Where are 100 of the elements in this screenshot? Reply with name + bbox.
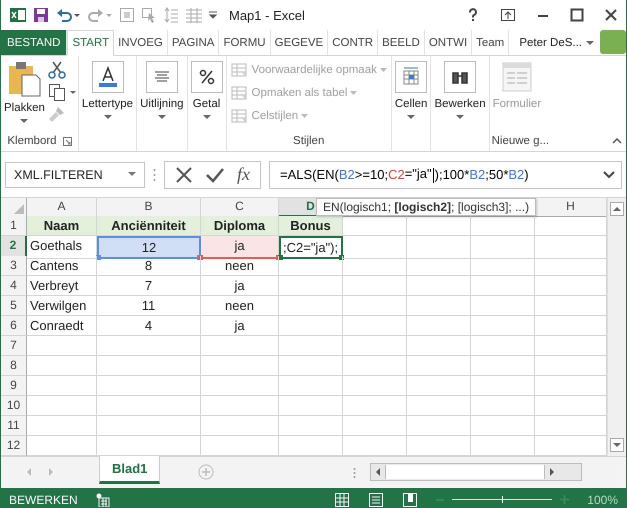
scroll-down-icon[interactable]: [610, 438, 624, 452]
undo-icon[interactable]: [55, 7, 81, 23]
percent-icon: [190, 61, 223, 93]
table-style-icon: [230, 84, 249, 100]
table-cell: Naam: [27, 216, 97, 236]
expand-icon[interactable]: [603, 170, 615, 178]
table-cell: 11: [97, 296, 201, 316]
macro-record-icon[interactable]: [96, 492, 110, 506]
table-cell: [471, 236, 535, 259]
copy-icon[interactable]: [48, 83, 76, 101]
caret-icon[interactable]: [586, 40, 594, 46]
table-cell: 8: [97, 256, 201, 276]
table-cell: [471, 396, 535, 416]
paste-button[interactable]: Plakken: [3, 59, 46, 126]
table-cell: [343, 396, 407, 416]
ribbon-button[interactable]: Lettertype: [80, 59, 134, 122]
launcher-icon[interactable]: [62, 136, 72, 146]
table-cell: [343, 416, 407, 436]
close-icon[interactable]: [604, 8, 618, 22]
row-header[interactable]: 8: [1, 356, 27, 376]
table-cell: [407, 236, 471, 259]
column-header[interactable]: A: [27, 198, 97, 217]
row-header[interactable]: 6: [1, 316, 27, 336]
collapse-ribbon-icon[interactable]: [612, 138, 622, 144]
horizontal-scrollbar[interactable]: [370, 463, 582, 481]
clipboard-icon: [7, 61, 42, 97]
group-label: Stijlen: [293, 135, 324, 147]
cancel-icon[interactable]: [175, 166, 193, 184]
ribbon-button[interactable]: Getal: [190, 59, 224, 122]
table-cell: ja: [201, 236, 279, 259]
ribbon-tab[interactable]: PAGINA: [168, 30, 220, 55]
ribbon-tab[interactable]: CONTR: [328, 30, 378, 55]
normal-view-icon[interactable]: [334, 492, 350, 508]
table-cell: ;C2="ja");: [279, 236, 343, 259]
help-icon[interactable]: [466, 8, 480, 22]
table-cell: [407, 296, 471, 316]
binoculars-icon: [444, 61, 476, 93]
page-break-icon[interactable]: [402, 492, 418, 508]
page-layout-icon[interactable]: [368, 492, 384, 508]
table-cell: [279, 376, 343, 396]
row-header[interactable]: 1: [1, 216, 27, 236]
grip-icon: [153, 168, 156, 182]
ribbon-tab[interactable]: ONTWI: [424, 30, 472, 55]
ribbon-tab[interactable]: INVOEG: [114, 30, 168, 55]
table-cell: [27, 376, 97, 396]
table-cell: [471, 256, 535, 276]
ribbon-tab[interactable]: FORMU: [219, 30, 271, 55]
table-cell: [279, 336, 343, 356]
table-cell: Cantens: [27, 256, 97, 276]
scroll-up-icon[interactable]: [610, 202, 624, 216]
table-cell: 4: [97, 316, 201, 336]
scroll-thumb[interactable]: [385, 465, 545, 479]
formula-input[interactable]: =ALS(EN(B2>=10;C2="ja" );100*B2;50*B2): [269, 160, 622, 188]
row-header[interactable]: 9: [1, 376, 27, 396]
row-header[interactable]: 7: [1, 336, 27, 356]
caret-icon: [301, 114, 308, 118]
sheet-tab[interactable]: Blad1: [99, 456, 160, 484]
table-style-icon: [230, 108, 249, 124]
ribbon-tab[interactable]: BESTAND: [1, 30, 68, 55]
check-icon[interactable]: [205, 166, 225, 184]
table-cell: [407, 336, 471, 356]
ribbon-button[interactable]: Uitlijning: [139, 59, 185, 122]
column-header[interactable]: B: [97, 198, 201, 217]
customize-caret-icon[interactable]: [209, 10, 217, 20]
table-cell: [343, 296, 407, 316]
table-cell: 7: [97, 276, 201, 296]
row-header[interactable]: 4: [1, 276, 27, 296]
maximize-icon[interactable]: [570, 8, 584, 22]
caret-icon: [128, 172, 136, 177]
table-cell: [343, 336, 407, 356]
column-header[interactable]: H: [535, 198, 607, 217]
save-icon[interactable]: [33, 7, 49, 23]
zoom-level[interactable]: 100%: [587, 492, 618, 506]
ribbon-display-icon[interactable]: [500, 8, 516, 22]
table-cell: 12: [97, 236, 201, 259]
row-header[interactable]: 10: [1, 396, 27, 416]
insert-function-button[interactable]: fx: [237, 164, 250, 185]
ribbon-tab[interactable]: BEELD: [378, 30, 425, 55]
ribbon-button[interactable]: Cellen: [394, 59, 428, 122]
ribbon-tab[interactable]: GEGEVE: [270, 30, 328, 55]
name-box[interactable]: XML.FILTEREN: [5, 162, 145, 188]
caret-icon: [407, 115, 416, 120]
excel-logo-icon: [9, 6, 27, 24]
column-header[interactable]: C: [201, 198, 279, 217]
row-header[interactable]: 5: [1, 296, 27, 316]
table-cell: [27, 356, 97, 376]
row-header[interactable]: 3: [1, 256, 27, 276]
table-cell: [279, 416, 343, 436]
ribbon-button[interactable]: Bewerken: [433, 59, 487, 122]
table-cell: [279, 276, 343, 296]
table-cell: [279, 356, 343, 376]
table-style-icon: [230, 62, 249, 78]
row-header[interactable]: 12: [1, 436, 27, 456]
ribbon-tab[interactable]: Team: [472, 30, 510, 55]
group-label: Nieuwe g...: [492, 135, 550, 147]
ribbon-tab[interactable]: START: [67, 30, 114, 56]
user-name[interactable]: Peter DeS...: [519, 36, 582, 48]
scissors-icon[interactable]: [48, 61, 66, 79]
row-header[interactable]: 11: [1, 416, 27, 436]
table-cell: neen: [201, 296, 279, 316]
